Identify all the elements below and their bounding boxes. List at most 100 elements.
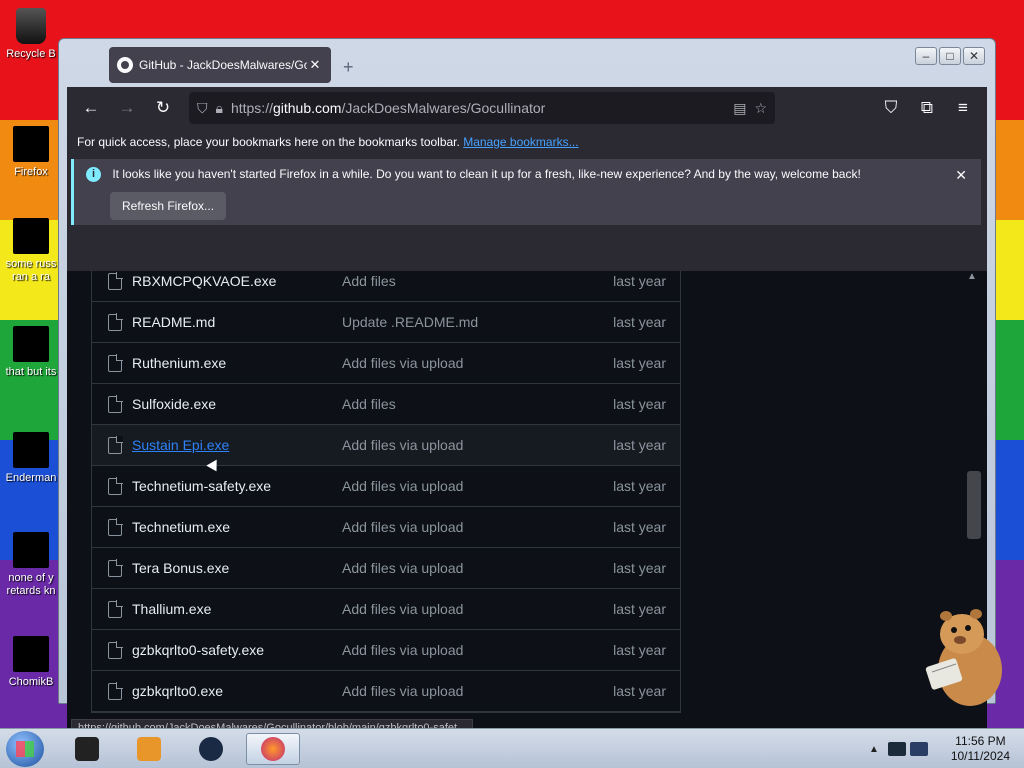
commit-message-link[interactable]: Add files via upload <box>342 601 596 617</box>
close-button[interactable]: ✕ <box>963 47 985 65</box>
shield-icon[interactable]: ⛉ <box>197 100 208 117</box>
url-bar[interactable]: ⛉ 🔒︎ https://github.com/JackDoesMalwares… <box>189 92 775 124</box>
display-icon[interactable] <box>910 742 928 756</box>
manage-bookmarks-link[interactable]: Manage bookmarks... <box>463 135 578 149</box>
taskbar-media-player[interactable] <box>122 733 176 765</box>
desktop-icon[interactable]: none of y retards kn <box>0 532 62 598</box>
taskbar-app-1[interactable] <box>60 733 114 765</box>
file-row[interactable]: RBXMCPQKVAOE.exe Add files last year <box>92 271 680 302</box>
taskbar-firefox[interactable] <box>246 733 300 765</box>
desktop-icon[interactable]: Enderman <box>0 432 62 485</box>
file-name-link[interactable]: README.md <box>132 314 342 330</box>
reader-view-icon[interactable]: ▤ <box>733 100 746 117</box>
file-row[interactable]: Technetium-safety.exe Add files via uploa… <box>92 466 680 507</box>
file-name-link[interactable]: Sustain Epi.exe <box>132 437 342 453</box>
file-name-link[interactable]: Sulfoxide.exe <box>132 396 342 412</box>
commit-message-link[interactable]: Add files via upload <box>342 642 596 658</box>
file-row[interactable]: Thallium.exe Add files via upload last yea… <box>92 589 680 630</box>
commit-message-link[interactable]: Add files via upload <box>342 683 596 699</box>
menu-icon[interactable]: ≡ <box>949 94 977 122</box>
commit-age: last year <box>613 314 666 330</box>
commit-age: last year <box>613 396 666 412</box>
minimize-button[interactable]: – <box>915 47 937 65</box>
file-name-link[interactable]: Ruthenium.exe <box>132 355 342 371</box>
commit-message-link[interactable]: Add files via upload <box>342 519 596 535</box>
desktop-icon-label: Recycle B <box>6 48 56 60</box>
url-text[interactable]: https://github.com/JackDoesMalwares/Gocu… <box>231 100 725 116</box>
bookmark-star-icon[interactable]: ☆ <box>754 100 767 117</box>
refresh-firefox-button[interactable]: Refresh Firefox... <box>110 192 227 221</box>
window-controls: – □ ✕ <box>915 47 985 65</box>
commit-age: last year <box>613 519 666 535</box>
commit-message-link[interactable]: Update .README.md <box>342 314 596 330</box>
file-icon <box>108 681 123 700</box>
desktop-app-icon <box>13 326 49 362</box>
bookmarks-toolbar: For quick access, place your bookmarks h… <box>67 129 987 155</box>
refresh-notification: i It looks like you haven't started Fire… <box>71 159 981 225</box>
forward-arrow-icon[interactable]: → <box>113 94 141 122</box>
file-name-link[interactable]: Technetium-safety.exe <box>132 478 342 494</box>
start-button[interactable] <box>6 731 44 767</box>
taskbar-app-3[interactable] <box>184 733 238 765</box>
desktop-icon[interactable]: Firefox <box>0 126 62 179</box>
commit-message-link[interactable]: Add files via upload <box>342 560 596 576</box>
pocket-icon[interactable]: ⛉ <box>877 94 905 122</box>
file-row[interactable]: README.md Update .README.md last year <box>92 302 680 343</box>
firefox-window: GitHub - JackDoesMalwares/Go ✕ + – □ ✕ ←… <box>58 38 996 739</box>
info-icon: i <box>86 167 101 183</box>
file-name-link[interactable]: gzbkqrlto0.exe <box>132 683 342 699</box>
file-name-link[interactable]: RBXMCPQKVAOE.exe <box>132 273 342 289</box>
network-icon[interactable] <box>888 742 906 756</box>
desktop-icon-label: some russ ran a ra <box>5 258 57 283</box>
reload-icon[interactable]: ↻ <box>149 94 177 122</box>
taskbar: ▲ 11:56 PM 10/11/2024 <box>0 728 1024 768</box>
file-name-link[interactable]: Technetium.exe <box>132 519 342 535</box>
commit-age: last year <box>613 437 666 453</box>
commit-message-link[interactable]: Add files <box>342 396 596 412</box>
file-row[interactable]: Technetium.exe Add files via upload last y… <box>92 507 680 548</box>
commit-age: last year <box>613 560 666 576</box>
tab-close-icon[interactable]: ✕ <box>307 57 323 73</box>
file-row[interactable]: gzbkqrlto0.exe Add files via upload last y… <box>92 671 680 712</box>
desktop-app-icon <box>13 218 49 254</box>
desktop-app-icon <box>13 126 49 162</box>
notification-close-icon[interactable]: ✕ <box>955 167 967 184</box>
commit-age: last year <box>613 273 666 289</box>
globe-icon <box>199 737 223 761</box>
desktop-icon[interactable]: Recycle B <box>0 8 62 61</box>
tray-expand-icon[interactable]: ▲ <box>864 744 884 755</box>
commit-message-link[interactable]: Add files via upload <box>342 355 596 371</box>
file-icon <box>108 435 123 454</box>
scroll-up-icon[interactable]: ▲ <box>965 271 979 282</box>
new-tab-button[interactable]: + <box>343 57 354 78</box>
file-icon <box>108 517 123 536</box>
lock-icon[interactable]: 🔒︎ <box>216 100 223 117</box>
desktop-icon[interactable]: some russ ran a ra <box>0 218 62 284</box>
maximize-button[interactable]: □ <box>939 47 961 65</box>
navigation-toolbar: ← → ↻ ⛉ 🔒︎ https://github.com/JackDoesMa… <box>67 87 987 129</box>
desktop-icon[interactable]: that but its <box>0 326 62 379</box>
clock[interactable]: 11:56 PM 10/11/2024 <box>951 734 1010 764</box>
file-icon <box>108 271 123 290</box>
back-arrow-icon[interactable]: ← <box>77 94 105 122</box>
commit-message-link[interactable]: Add files via upload <box>342 478 596 494</box>
scroll-thumb[interactable] <box>967 471 981 539</box>
desktop-icon-label: ChomikB <box>8 676 54 688</box>
file-icon <box>108 558 123 577</box>
commit-message-link[interactable]: Add files <box>342 273 596 289</box>
commit-message-link[interactable]: Add files via upload <box>342 437 596 453</box>
file-name-link[interactable]: gzbkqrlto0-safety.exe <box>132 642 342 658</box>
commit-age: last year <box>613 683 666 699</box>
tab-github[interactable]: GitHub - JackDoesMalwares/Go ✕ <box>109 47 331 83</box>
file-row[interactable]: Sulfoxide.exe Add files last year <box>92 384 680 425</box>
file-row[interactable]: gzbkqrlto0-safety.exe Add files via uploa… <box>92 630 680 671</box>
desktop-icon-label: that but its <box>5 366 57 378</box>
file-row[interactable]: Sustain Epi.exe Add files via upload last … <box>92 425 680 466</box>
file-name-link[interactable]: Tera Bonus.exe <box>132 560 342 576</box>
file-row[interactable]: Ruthenium.exe Add files via upload last ye… <box>92 343 680 384</box>
extensions-icon[interactable]: ⧉ <box>913 94 941 122</box>
file-icon <box>108 394 123 413</box>
file-row[interactable]: Tera Bonus.exe Add files via upload last y… <box>92 548 680 589</box>
desktop-icon[interactable]: ChomikB <box>0 636 62 689</box>
file-name-link[interactable]: Thallium.exe <box>132 601 342 617</box>
